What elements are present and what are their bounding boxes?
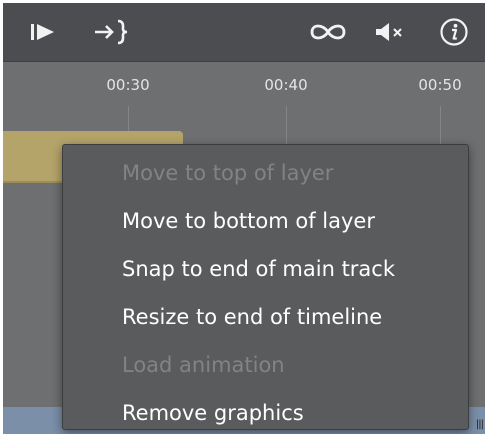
menu-item-remove-graphics[interactable]: Remove graphics: [63, 389, 468, 434]
menu-item-resize-to-end[interactable]: Resize to end of timeline: [63, 293, 468, 341]
ruler-tick-label: 00:50: [418, 76, 462, 94]
menu-item-move-to-top: Move to top of layer: [122, 161, 334, 185]
snap-to-end-icon: [95, 19, 128, 45]
loop-button[interactable]: [303, 16, 353, 48]
play-from-start-button[interactable]: [25, 16, 61, 48]
play-from-start-icon: [31, 24, 54, 40]
mute-icon: [376, 23, 402, 41]
snap-to-end-button[interactable]: [91, 16, 133, 48]
resize-grip-icon[interactable]: |||: [476, 419, 484, 430]
mute-button[interactable]: [369, 16, 411, 48]
timeline-panel: 00:30 00:40 00:50 ||| Move to top of lay…: [3, 3, 485, 434]
ruler-tick-label: 00:40: [264, 76, 308, 94]
time-ruler: 00:30 00:40 00:50: [3, 62, 485, 434]
menu-item-move-to-bottom[interactable]: Move to bottom of layer: [63, 197, 468, 245]
loop-icon: [310, 24, 346, 40]
screenshot-stage: 00:30 00:40 00:50 ||| Move to top of lay…: [0, 0, 489, 437]
menu-item-snap-to-end[interactable]: Snap to end of main track: [63, 245, 468, 293]
info-button[interactable]: [437, 16, 471, 48]
ruler-tick-label: 00:30: [106, 76, 150, 94]
menu-item-load-animation: Load animation: [122, 353, 285, 377]
context-menu: Move to top of layer Move to bottom of l…: [62, 144, 469, 430]
info-icon: [440, 18, 468, 46]
timeline-toolbar: [3, 3, 485, 62]
